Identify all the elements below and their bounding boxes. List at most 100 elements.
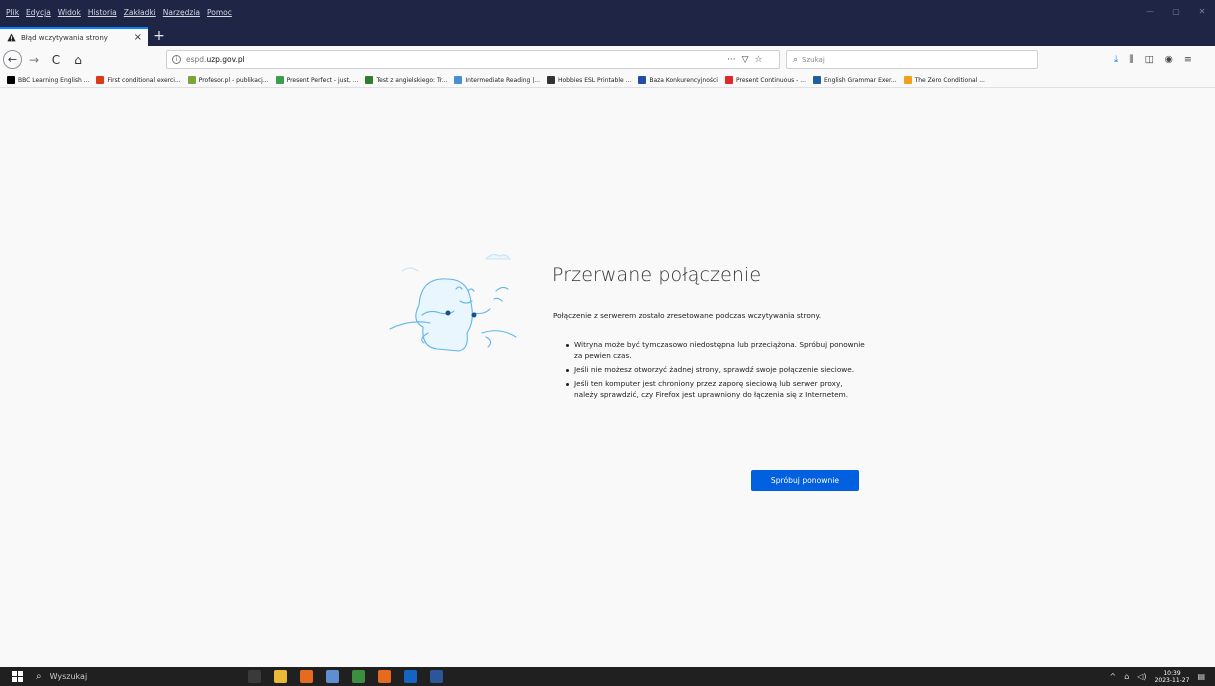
- notifications-icon[interactable]: ▤: [1197, 672, 1205, 681]
- taskbar-search-placeholder: Wyszukaj: [49, 672, 88, 681]
- url-bar[interactable]: i espd. uzp.gov.pl: [166, 50, 780, 69]
- bookmark-item[interactable]: Profesor.pl - publikacj...: [187, 76, 269, 84]
- back-button[interactable]: ←: [3, 50, 22, 69]
- download-icon[interactable]: ⤓: [1114, 54, 1118, 65]
- suggestion-item: Witryna może być tymczasowo niedostępna …: [565, 340, 865, 362]
- bookmark-label: Test z angielskiego: Tr...: [376, 76, 448, 84]
- bookmark-label: BBC Learning English ...: [18, 76, 90, 84]
- tab-active[interactable]: Błąd wczytywania strony ×: [0, 27, 148, 46]
- taskbar: ⌕ Wyszukaj ^ ⌂ ◁) 10:39 2023-11-27 ▤: [0, 667, 1215, 686]
- menu-item-file[interactable]: Plik: [6, 7, 19, 19]
- home-button[interactable]: ⌂: [70, 50, 86, 69]
- task-view-app-icon[interactable]: [248, 670, 261, 683]
- site-info-icon[interactable]: i: [172, 55, 181, 64]
- window-controls: — ▢ ✕: [1137, 4, 1215, 20]
- library-icon[interactable]: ⫼: [1129, 54, 1133, 65]
- bookmark-label: Profesor.pl - publikacj...: [198, 76, 269, 84]
- maximize-button[interactable]: ▢: [1163, 4, 1189, 20]
- taskbar-apps: [248, 669, 443, 684]
- reload-button[interactable]: C: [48, 50, 64, 69]
- bookmark-item[interactable]: Intermediate Reading |...: [454, 76, 540, 84]
- new-tab-button[interactable]: +: [150, 28, 168, 44]
- paint-app-icon[interactable]: [326, 670, 339, 683]
- url-actions: ··· ▽ ☆: [727, 50, 763, 69]
- page-actions-icon[interactable]: ···: [727, 55, 736, 65]
- pocket-icon[interactable]: ▽: [742, 55, 749, 65]
- suggestion-item: Jeśli nie możesz otworzyć żadnej strony,…: [565, 365, 865, 376]
- clock-time: 10:39: [1163, 669, 1181, 677]
- menu-item-help[interactable]: Pomoc: [207, 7, 232, 19]
- menu-item-history[interactable]: Historia: [88, 7, 117, 19]
- bookmark-favicon-icon: [903, 76, 912, 84]
- bookmark-favicon-icon: [187, 76, 196, 84]
- error-description: Połączenie z serwerem zostało zresetowan…: [553, 311, 822, 320]
- firefox-app-icon[interactable]: [300, 670, 313, 683]
- bookmark-label: Hobbies ESL Printable ...: [558, 76, 632, 84]
- bookmark-label: English Grammar Exer...: [823, 76, 897, 84]
- close-window-button[interactable]: ✕: [1189, 4, 1215, 20]
- retry-button[interactable]: Spróbuj ponownie: [751, 470, 859, 491]
- menu-item-bookmarks[interactable]: Zakładki: [124, 7, 156, 19]
- volume-icon[interactable]: ◁): [1137, 672, 1146, 681]
- bookmark-item[interactable]: Test z angielskiego: Tr...: [365, 76, 447, 84]
- bookmark-favicon-icon: [638, 76, 647, 84]
- url-domain: uzp.gov.pl: [206, 55, 245, 64]
- search-icon: ⌕: [36, 671, 42, 682]
- warning-icon: [7, 33, 16, 42]
- bookmark-item[interactable]: English Grammar Exer...: [812, 76, 897, 84]
- clock[interactable]: 10:39 2023-11-27: [1155, 670, 1190, 684]
- file-explorer-app-icon[interactable]: [274, 670, 287, 683]
- account-icon[interactable]: ◉: [1165, 54, 1173, 65]
- url-subdomain: espd.: [186, 55, 207, 64]
- clock-date: 2023-11-27: [1154, 676, 1190, 684]
- close-tab-icon[interactable]: ×: [134, 32, 142, 43]
- menu-bar: Plik Edycja Widok Historia Zakładki Narz…: [6, 7, 232, 19]
- title-bar: Plik Edycja Widok Historia Zakładki Narz…: [0, 0, 1215, 46]
- bookmark-item[interactable]: BBC Learning English ...: [7, 76, 89, 84]
- bookmark-favicon-icon: [454, 76, 463, 84]
- bookmark-favicon-icon: [275, 76, 284, 84]
- bookmark-item[interactable]: The Zero Conditional ...: [903, 76, 985, 84]
- minimize-button[interactable]: —: [1137, 4, 1163, 20]
- tab-title: Błąd wczytywania strony: [21, 33, 108, 42]
- bookmark-item[interactable]: Present Perfect - just, ...: [275, 76, 358, 84]
- taskbar-search-input[interactable]: ⌕ Wyszukaj: [36, 667, 236, 686]
- error-title: Przerwane połączenie: [552, 264, 762, 286]
- connection-broken-illustration: [389, 253, 517, 352]
- menu-item-tools[interactable]: Narzędzia: [163, 7, 200, 19]
- bookmark-label: Baza Konkurencyjności: [649, 76, 718, 84]
- bookmark-label: First conditional exerci...: [107, 76, 181, 84]
- menu-item-view[interactable]: Widok: [58, 7, 81, 19]
- bookmark-favicon-icon: [547, 76, 555, 84]
- error-suggestions: Witryna może być tymczasowo niedostępna …: [565, 340, 865, 404]
- toolbar-icons: ⤓ ⫼ ◫ ◉ ≡: [1114, 50, 1192, 69]
- bookmark-star-icon[interactable]: ☆: [755, 55, 763, 65]
- bookmark-item[interactable]: Present Continuous - ...: [724, 76, 806, 84]
- bookmark-item[interactable]: First conditional exerci...: [96, 76, 181, 84]
- word-app-icon[interactable]: [430, 670, 443, 683]
- network-icon[interactable]: ⌂: [1124, 672, 1129, 681]
- system-tray: ^ ⌂ ◁) 10:39 2023-11-27 ▤: [1110, 667, 1206, 686]
- tray-chevron-icon[interactable]: ^: [1110, 672, 1117, 681]
- sidebar-icon[interactable]: ◫: [1145, 54, 1154, 65]
- menu-item-edit[interactable]: Edycja: [26, 7, 51, 19]
- bookmark-item[interactable]: Baza Konkurencyjności: [638, 76, 718, 84]
- bookmark-label: Present Continuous - ...: [735, 76, 806, 84]
- forward-button[interactable]: →: [26, 50, 42, 69]
- bookmark-favicon-icon: [7, 76, 15, 84]
- menu-icon[interactable]: ≡: [1184, 54, 1192, 65]
- bookmark-label: The Zero Conditional ...: [914, 76, 985, 84]
- outlook-app-icon[interactable]: [404, 670, 417, 683]
- bookmark-favicon-icon: [365, 76, 374, 84]
- search-icon: ⌕: [793, 54, 799, 65]
- bookmarks-bar: BBC Learning English ... First conditiona…: [0, 73, 1215, 88]
- chrome-app-icon[interactable]: [352, 670, 365, 683]
- bookmark-favicon-icon: [812, 76, 821, 84]
- bookmark-label: Intermediate Reading |...: [465, 76, 540, 84]
- windows-start-icon[interactable]: [12, 671, 23, 682]
- search-input[interactable]: ⌕ Szukaj: [786, 50, 1038, 69]
- bookmark-item[interactable]: Hobbies ESL Printable ...: [547, 76, 631, 84]
- search-placeholder: Szukaj: [802, 55, 825, 64]
- firefox-2-app-icon[interactable]: [378, 670, 391, 683]
- bookmark-favicon-icon: [96, 76, 105, 84]
